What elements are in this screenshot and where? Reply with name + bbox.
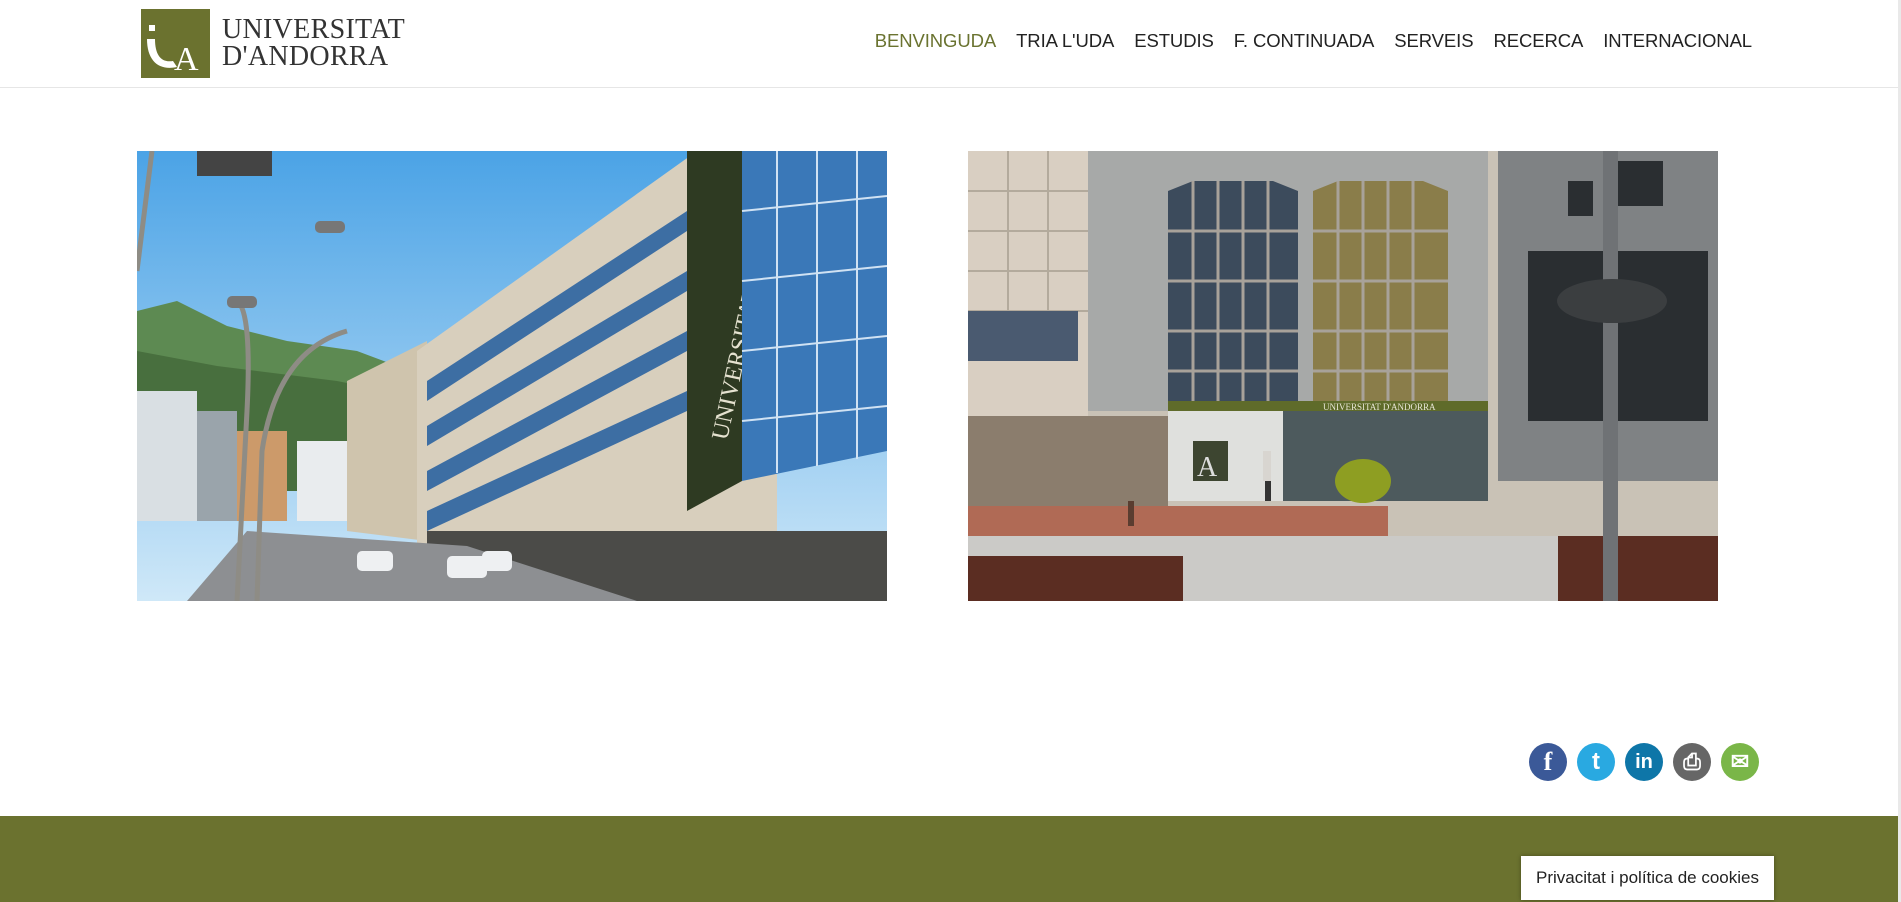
logo-line-2: D'ANDORRA: [222, 41, 389, 72]
print-icon[interactable]: ⎙: [1673, 743, 1711, 781]
nav-item-internacional[interactable]: INTERNACIONAL: [1603, 30, 1752, 52]
twitter-icon[interactable]: t: [1577, 743, 1615, 781]
entrance-sign: UNIVERSITAT D'ANDORRA: [1323, 402, 1436, 412]
logo-text: UNIVERSITAT D'ANDORRA: [222, 14, 406, 72]
svg-text:A: A: [1197, 452, 1218, 483]
main-nav: BENVINGUDA TRIA L'UDA ESTUDIS F. CONTINU…: [875, 30, 1752, 52]
ua-logo-icon: UA A: [141, 8, 210, 78]
nav-item-benvinguda[interactable]: BENVINGUDA: [875, 30, 996, 52]
email-icon[interactable]: ✉: [1721, 743, 1759, 781]
photo-building-entrance: UNIVERSITAT D'ANDORRA A: [968, 151, 1718, 601]
site-header: UA A UNIVERSITAT D'ANDORRA BENVINGUDA TR…: [0, 0, 1901, 88]
nav-item-estudis[interactable]: ESTUDIS: [1134, 30, 1214, 52]
photo-building-street: UNIVERSITAT D'ANDORRA: [137, 151, 887, 601]
nav-item-f-continuada[interactable]: F. CONTINUADA: [1234, 30, 1375, 52]
nav-item-tria-luda[interactable]: TRIA L'UDA: [1016, 30, 1114, 52]
share-bar: f t in ⎙ ✉: [1529, 743, 1759, 781]
nav-item-recerca[interactable]: RECERCA: [1493, 30, 1583, 52]
site-logo[interactable]: UA A UNIVERSITAT D'ANDORRA: [141, 8, 405, 78]
cookie-policy-button[interactable]: Privacitat i política de cookies: [1521, 856, 1774, 900]
logo-line-1: UNIVERSITAT: [222, 14, 406, 45]
svg-text:A: A: [174, 41, 199, 78]
linkedin-icon[interactable]: in: [1625, 743, 1663, 781]
nav-item-serveis[interactable]: SERVEIS: [1394, 30, 1473, 52]
facebook-icon[interactable]: f: [1529, 743, 1567, 781]
